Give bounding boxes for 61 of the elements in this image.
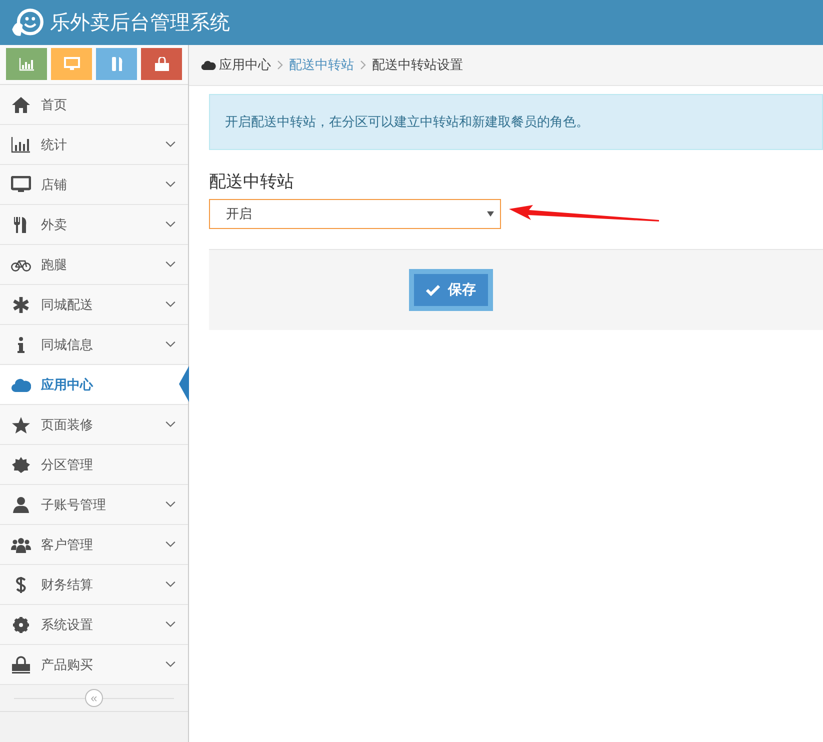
badge-icon (11, 456, 31, 474)
sidebar-item[interactable]: 分区管理 (0, 445, 188, 485)
sidebar-item[interactable]: 同城信息 (0, 325, 188, 365)
alert-text: 开启配送中转站，在分区可以建立中转站和新建取餐员的角色。 (225, 115, 589, 130)
users-icon (11, 536, 31, 554)
menu-label: 系统设置 (41, 616, 93, 634)
menu-label: 首页 (41, 96, 67, 114)
user-icon (11, 496, 31, 514)
menu-label: 外卖 (41, 216, 67, 234)
sidebar-item[interactable]: 产品购买 (0, 645, 188, 685)
dropdown-select[interactable]: 开启 (209, 199, 501, 229)
shortcut-button[interactable] (51, 48, 92, 80)
sidebar-item[interactable]: 客户管理 (0, 525, 188, 565)
save-button[interactable]: 保存 (409, 269, 493, 311)
menu-label: 分区管理 (41, 456, 93, 474)
settings-icon (11, 616, 31, 634)
sidebar-item[interactable]: 子账号管理 (0, 485, 188, 525)
sidebar-item[interactable]: 店铺 (0, 165, 188, 205)
sidebar-item[interactable]: 页面装修 (0, 405, 188, 445)
menu-label: 产品购买 (41, 656, 93, 674)
smiley-logo-icon (10, 8, 44, 38)
menu-label: 同城配送 (41, 296, 93, 314)
monitor-icon (64, 57, 80, 71)
sidebar-item[interactable]: 应用中心 (0, 365, 188, 405)
menu-label: 店铺 (41, 176, 67, 194)
menu-label: 统计 (41, 136, 67, 154)
home-icon (11, 96, 31, 114)
shortcut-button[interactable] (6, 48, 47, 80)
menu-label: 同城信息 (41, 336, 93, 354)
sidebar-item[interactable]: 财务结算 (0, 565, 188, 605)
sidebar-item[interactable]: 同城配送 (0, 285, 188, 325)
monitor-icon (11, 176, 31, 194)
bar-chart-icon (11, 136, 31, 154)
active-pointer-icon (179, 366, 189, 402)
bag-icon (154, 57, 170, 71)
bar-chart-icon (18, 57, 34, 71)
shortcut-button[interactable] (96, 48, 137, 80)
menu-label: 财务结算 (41, 576, 93, 594)
menu-label: 应用中心 (41, 376, 93, 394)
app-title: 乐外卖后台管理系统 (50, 9, 230, 36)
sidebar-item[interactable]: 统计 (0, 125, 188, 165)
caret-down-icon (487, 211, 494, 217)
bag-icon (11, 656, 31, 674)
asterisk-icon (11, 296, 31, 314)
menu-label: 跑腿 (41, 256, 67, 274)
breadcrumb-link[interactable]: 应用中心 (219, 56, 271, 74)
sidebar-item[interactable]: 外卖 (0, 205, 188, 245)
field-label: 配送中转站 (209, 171, 295, 193)
chevron-right-icon (360, 60, 366, 70)
sidebar-item[interactable]: 首页 (0, 85, 188, 125)
menu-label: 页面装修 (41, 416, 93, 434)
breadcrumb-current: 配送中转站设置 (372, 57, 463, 74)
menu-label: 子账号管理 (41, 496, 106, 514)
menu-label: 客户管理 (41, 536, 93, 554)
shortcut-button[interactable] (141, 48, 182, 80)
cloud-icon (201, 60, 216, 70)
checkmark-icon (426, 284, 440, 296)
star-icon (11, 416, 31, 434)
sidebar-item[interactable]: 跑腿 (0, 245, 188, 285)
chevron-right-icon (277, 60, 283, 70)
sidebar-item[interactable]: 系统设置 (0, 605, 188, 645)
